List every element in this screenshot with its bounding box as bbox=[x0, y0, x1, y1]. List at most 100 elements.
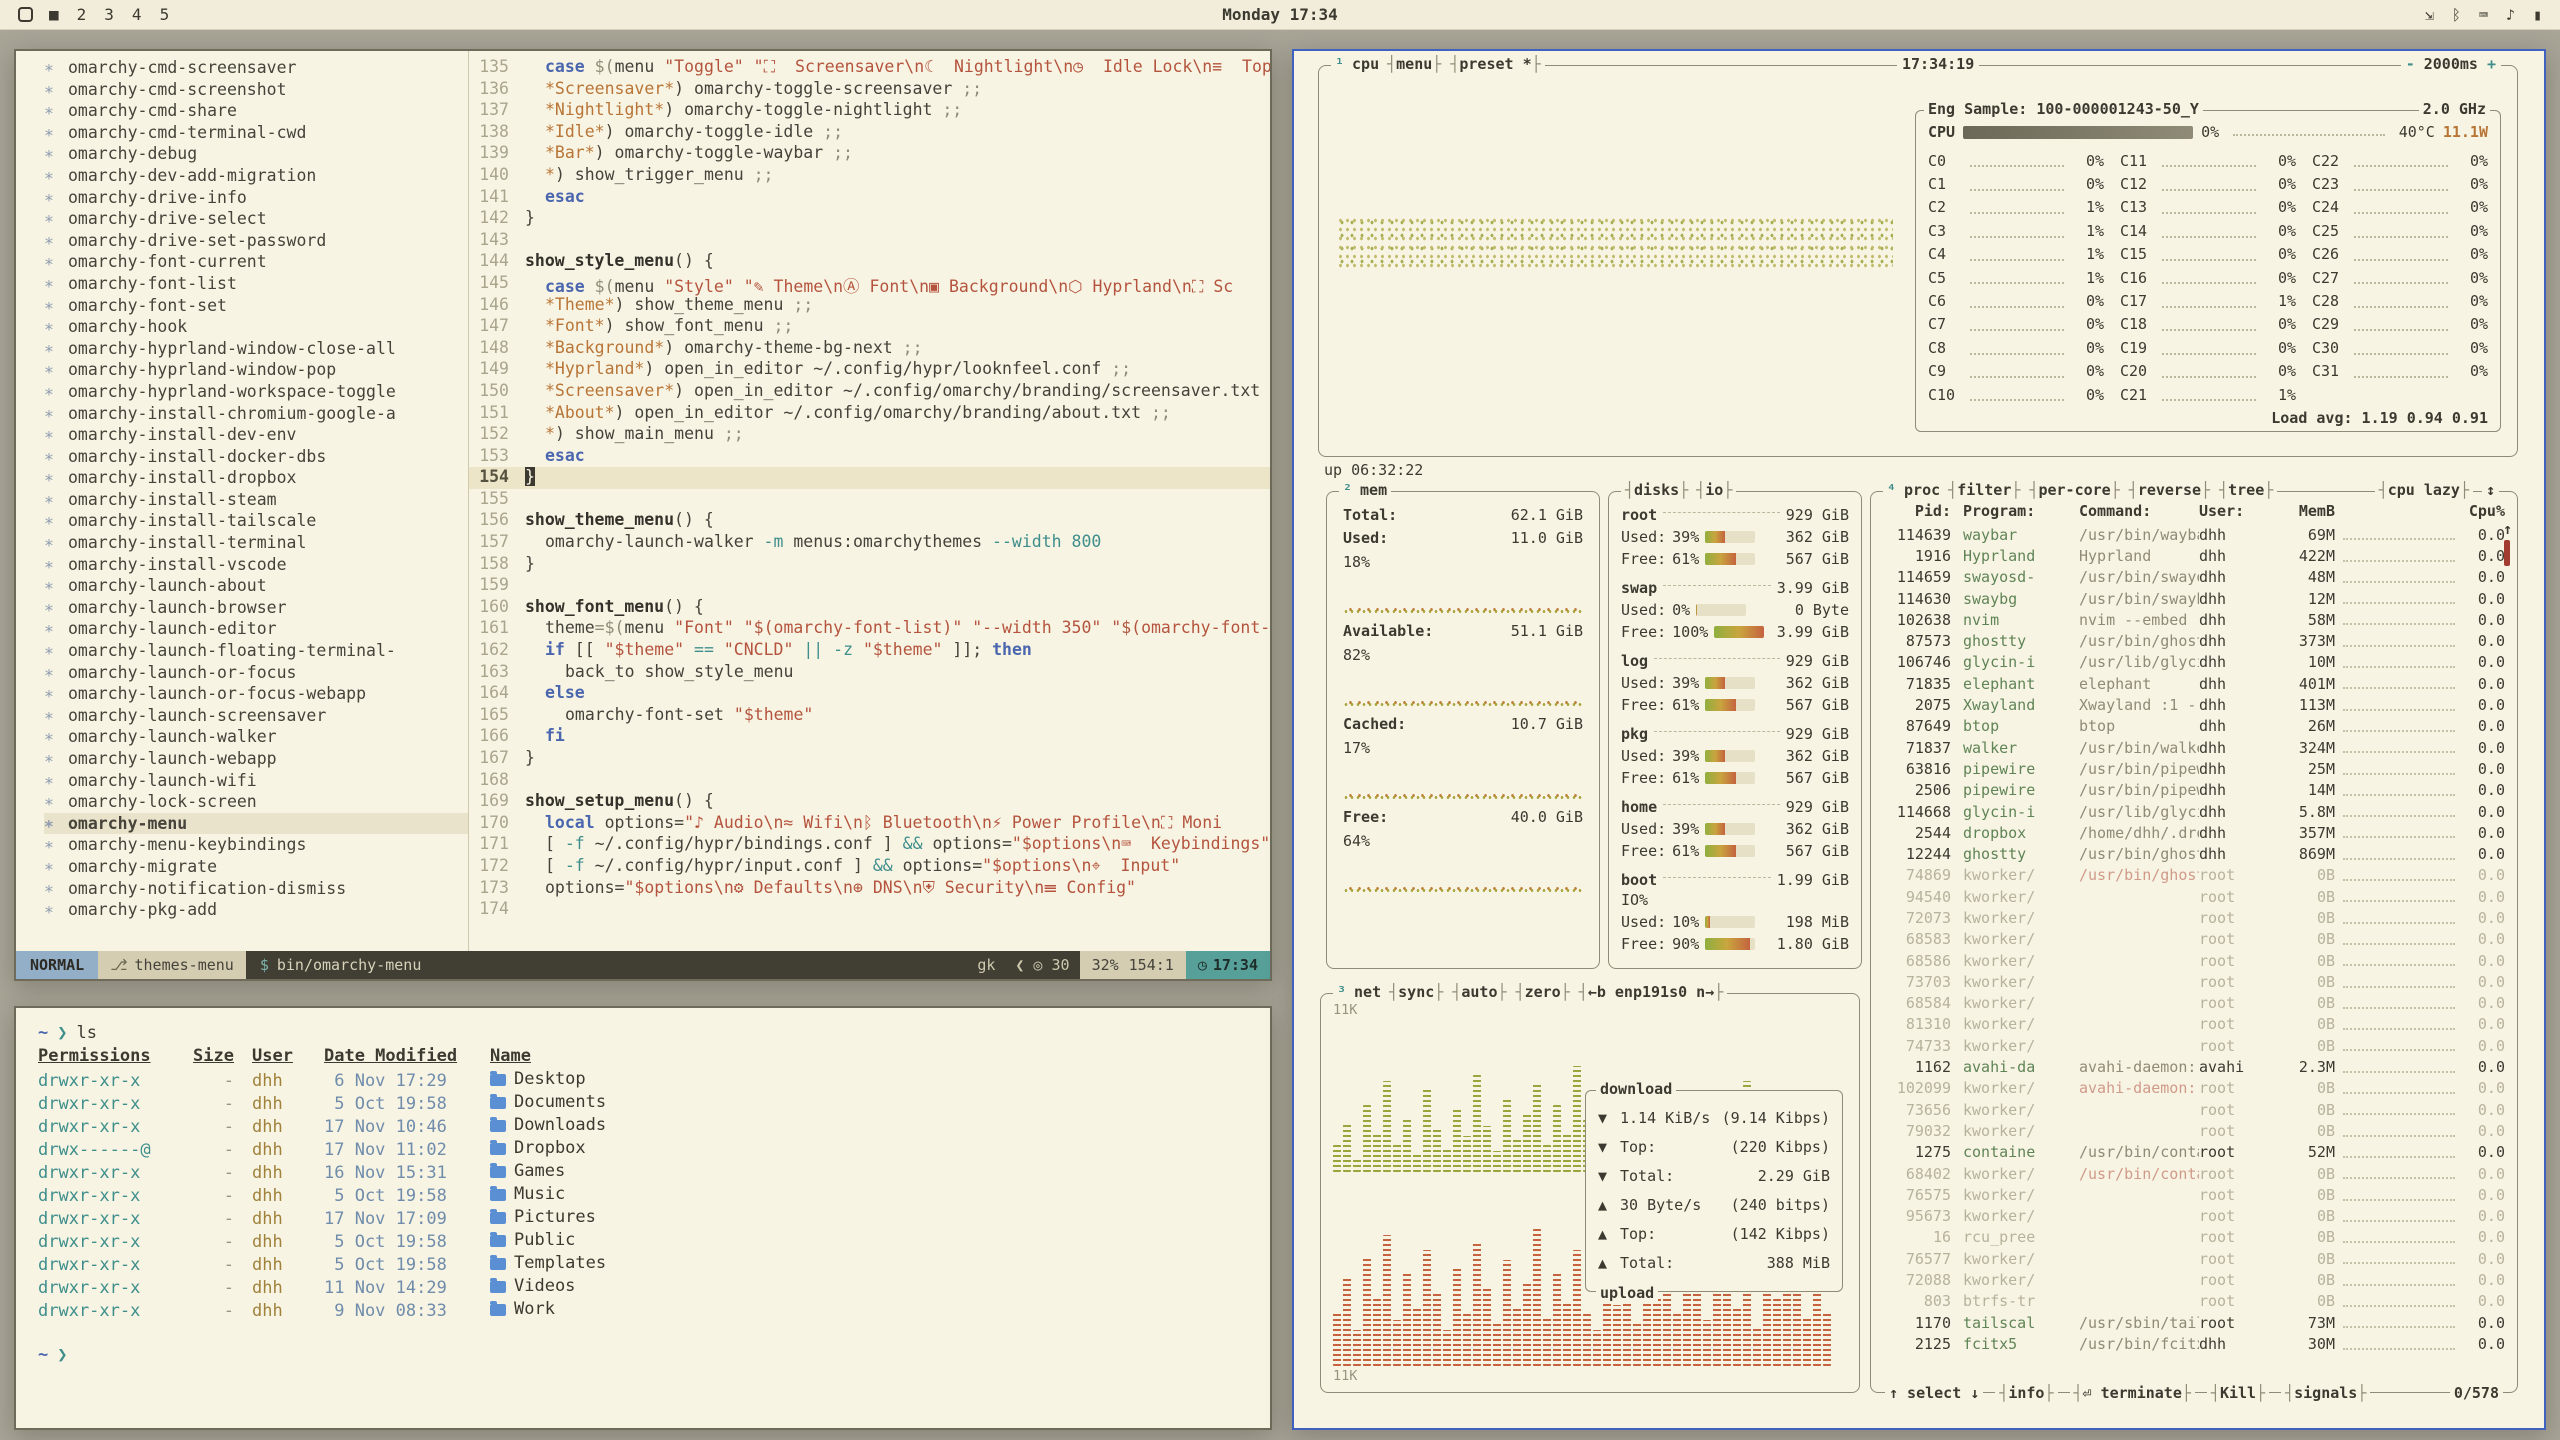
file-item[interactable]: ∗omarchy-cmd-terminal-cwd bbox=[44, 122, 468, 144]
process-row[interactable]: 2506pipewire/usr/bin/pipewire-pulsedhh14… bbox=[1871, 780, 2517, 801]
box-tab[interactable]: ┤sync├ bbox=[1389, 983, 1443, 1001]
process-row[interactable]: 87649btopbtopdhh26M0.0 bbox=[1871, 716, 2517, 737]
process-row[interactable]: 1916HyprlandHyprlanddhh422M0.0 bbox=[1871, 545, 2517, 566]
file-item[interactable]: ∗omarchy-drive-set-password bbox=[44, 230, 468, 252]
btop-window[interactable]: ¹cpu ┤menu├ ┤preset *├ 17:34:19 - 2000ms… bbox=[1292, 49, 2546, 1430]
workspace-3[interactable]: 3 bbox=[104, 5, 114, 24]
process-row[interactable]: 74869kworker//usr/bin/ghostty --gtk-root… bbox=[1871, 865, 2517, 886]
process-row[interactable]: 2544dropbox/home/dhh/.dropbox-distdhh357… bbox=[1871, 822, 2517, 843]
process-row[interactable]: 81310kworker/root0B0.0 bbox=[1871, 1014, 2517, 1035]
file-item[interactable]: ∗omarchy-install-docker-dbs bbox=[44, 446, 468, 468]
volume-icon[interactable]: ♪ bbox=[2506, 6, 2515, 24]
file-item[interactable]: ∗omarchy-launch-or-focus bbox=[44, 662, 468, 684]
process-row[interactable]: 95673kworker/root0B0.0 bbox=[1871, 1206, 2517, 1227]
io-tab[interactable]: ┤io├ bbox=[1696, 481, 1732, 499]
workspace-1[interactable]: ■ bbox=[49, 5, 59, 24]
file-item[interactable]: ∗omarchy-launch-browser bbox=[44, 597, 468, 619]
dir-name[interactable]: Templates bbox=[514, 1252, 606, 1275]
file-item[interactable]: ∗omarchy-launch-about bbox=[44, 575, 468, 597]
file-item[interactable]: ∗omarchy-install-vscode bbox=[44, 554, 468, 576]
interval-minus-button[interactable]: - bbox=[2406, 55, 2415, 73]
box-tab[interactable]: ┤←b enp191s0 n→├ bbox=[1579, 983, 1724, 1001]
terminal-window[interactable]: ~❯lsPermissionsSizeUserDate ModifiedName… bbox=[14, 1006, 1272, 1430]
file-item[interactable]: ∗omarchy-install-terminal bbox=[44, 532, 468, 554]
file-item[interactable]: ∗omarchy-launch-or-focus-webapp bbox=[44, 683, 468, 705]
file-item[interactable]: ∗omarchy-font-current bbox=[44, 251, 468, 273]
file-item[interactable]: ∗omarchy-font-list bbox=[44, 273, 468, 295]
scroll-up-icon[interactable]: ↑ bbox=[2503, 520, 2512, 538]
process-row[interactable]: 63816pipewire/usr/bin/pipewiredhh25M0.0 bbox=[1871, 758, 2517, 779]
process-row[interactable]: 2075XwaylandXwayland :1 -rootless -dhh11… bbox=[1871, 694, 2517, 715]
proc-scrollbar[interactable] bbox=[2504, 540, 2510, 566]
process-row[interactable]: 12244ghostty/usr/bin/ghostty --gtk-dhh86… bbox=[1871, 843, 2517, 864]
col-cpu[interactable]: Cpu% bbox=[2463, 502, 2505, 520]
dir-name[interactable]: Music bbox=[514, 1183, 565, 1206]
col-program[interactable]: Program: bbox=[1963, 502, 2079, 520]
process-row[interactable]: 2125fcitx5/usr/bin/fcitx5dhh30M0.0 bbox=[1871, 1333, 2517, 1354]
file-item[interactable]: ∗omarchy-menu bbox=[44, 813, 468, 835]
box-tab[interactable]: ┤auto├ bbox=[1452, 983, 1506, 1001]
workspace-4[interactable]: 4 bbox=[132, 5, 142, 24]
file-item[interactable]: ∗omarchy-launch-editor bbox=[44, 618, 468, 640]
file-item[interactable]: ∗omarchy-drive-select bbox=[44, 208, 468, 230]
process-row[interactable]: 72073kworker/root0B0.0 bbox=[1871, 907, 2517, 928]
process-row[interactable]: 1170tailscal/usr/sbin/tailscaled --root7… bbox=[1871, 1312, 2517, 1333]
dir-name[interactable]: Pictures bbox=[514, 1206, 596, 1229]
process-row[interactable]: 114668glycin-i/usr/lib/glycin-loadersdhh… bbox=[1871, 801, 2517, 822]
file-item[interactable]: ∗omarchy-cmd-screensaver bbox=[44, 57, 468, 79]
file-item[interactable]: ∗omarchy-migrate bbox=[44, 856, 468, 878]
col-memb[interactable]: MemB bbox=[2277, 502, 2335, 520]
box-tab[interactable]: ┤per-core├ bbox=[2029, 481, 2119, 499]
process-row[interactable]: 72088kworker/root0B0.0 bbox=[1871, 1269, 2517, 1290]
screencast-icon[interactable]: ⇲ bbox=[2425, 6, 2434, 24]
process-row[interactable]: 94540kworker/root0B0.0 bbox=[1871, 886, 2517, 907]
code-pane[interactable]: 135case $(menu "Toggle" "⛶ Screensaver\n… bbox=[468, 51, 1270, 951]
file-item[interactable]: ∗omarchy-install-tailscale bbox=[44, 510, 468, 532]
file-item[interactable]: ∗omarchy-font-set bbox=[44, 295, 468, 317]
sort-arrows-icon[interactable]: ↕ bbox=[2482, 481, 2499, 499]
dir-name[interactable]: Videos bbox=[514, 1275, 575, 1298]
file-item[interactable]: ∗omarchy-cmd-screenshot bbox=[44, 79, 468, 101]
file-item[interactable]: ∗omarchy-lock-screen bbox=[44, 791, 468, 813]
box-tab[interactable]: ┤menu├ bbox=[1387, 55, 1441, 73]
interval-plus-button[interactable]: + bbox=[2487, 55, 2496, 73]
process-row[interactable]: 76577kworker/root0B0.0 bbox=[1871, 1248, 2517, 1269]
file-item[interactable]: ∗omarchy-cmd-share bbox=[44, 100, 468, 122]
dir-name[interactable]: Games bbox=[514, 1160, 565, 1183]
process-row[interactable]: 114630swaybg/usr/bin/swaybg -i /homdhh12… bbox=[1871, 588, 2517, 609]
file-item[interactable]: ∗omarchy-launch-walker bbox=[44, 726, 468, 748]
proc-action[interactable]: ┤⏎ terminate├ bbox=[2070, 1384, 2195, 1402]
refresh-interval[interactable]: - 2000ms + bbox=[2401, 55, 2501, 73]
file-item[interactable]: ∗omarchy-launch-screensaver bbox=[44, 705, 468, 727]
col-pid[interactable]: Pid: bbox=[1883, 502, 1963, 520]
process-row[interactable]: 71837walker/usr/bin/walker --gappldhh324… bbox=[1871, 737, 2517, 758]
dir-name[interactable]: Dropbox bbox=[514, 1137, 586, 1160]
col-user[interactable]: User: bbox=[2199, 502, 2277, 520]
file-item[interactable]: ∗omarchy-hyprland-window-pop bbox=[44, 359, 468, 381]
process-row[interactable]: 73703kworker/root0B0.0 bbox=[1871, 971, 2517, 992]
box-tab[interactable]: ┤preset *├ bbox=[1450, 55, 1540, 73]
file-item[interactable]: ∗omarchy-pkg-add bbox=[44, 899, 468, 921]
file-item[interactable]: ∗omarchy-launch-wifi bbox=[44, 770, 468, 792]
keyboard-icon[interactable]: ⌨ bbox=[2479, 6, 2488, 24]
battery-icon[interactable]: ▮ bbox=[2533, 6, 2542, 24]
process-row[interactable]: 73656kworker/root0B0.0 bbox=[1871, 1099, 2517, 1120]
process-row[interactable]: 1162avahi-daavahi-daemon: running [avahi… bbox=[1871, 1056, 2517, 1077]
process-row[interactable]: 68402kworker//usr/bin/containerdroot0B0.… bbox=[1871, 1163, 2517, 1184]
proc-action[interactable]: ┤Kill├ bbox=[2207, 1384, 2269, 1402]
box-tab[interactable]: ┤tree├ bbox=[2219, 481, 2273, 499]
col-command[interactable]: Command: bbox=[2079, 502, 2199, 520]
process-row[interactable]: 74733kworker/root0B0.0 bbox=[1871, 1035, 2517, 1056]
file-item[interactable]: ∗omarchy-menu-keybindings bbox=[44, 834, 468, 856]
file-item[interactable]: ∗omarchy-install-dropbox bbox=[44, 467, 468, 489]
file-item[interactable]: ∗omarchy-hyprland-window-close-all bbox=[44, 338, 468, 360]
file-item[interactable]: ∗omarchy-install-dev-env bbox=[44, 424, 468, 446]
process-row[interactable]: 102099kworker/avahi-daemon: running [roo… bbox=[1871, 1078, 2517, 1099]
dir-name[interactable]: Public bbox=[514, 1229, 575, 1252]
process-row[interactable]: 79032kworker/root0B0.0 bbox=[1871, 1120, 2517, 1141]
os-logo-icon[interactable] bbox=[18, 7, 33, 22]
process-row[interactable]: 71835elephantelephantdhh401M0.0 bbox=[1871, 673, 2517, 694]
workspace-2[interactable]: 2 bbox=[77, 5, 87, 24]
process-row[interactable]: 87573ghostty/usr/bin/ghostty --gtk-dhh37… bbox=[1871, 630, 2517, 651]
file-item[interactable]: ∗omarchy-notification-dismiss bbox=[44, 878, 468, 900]
